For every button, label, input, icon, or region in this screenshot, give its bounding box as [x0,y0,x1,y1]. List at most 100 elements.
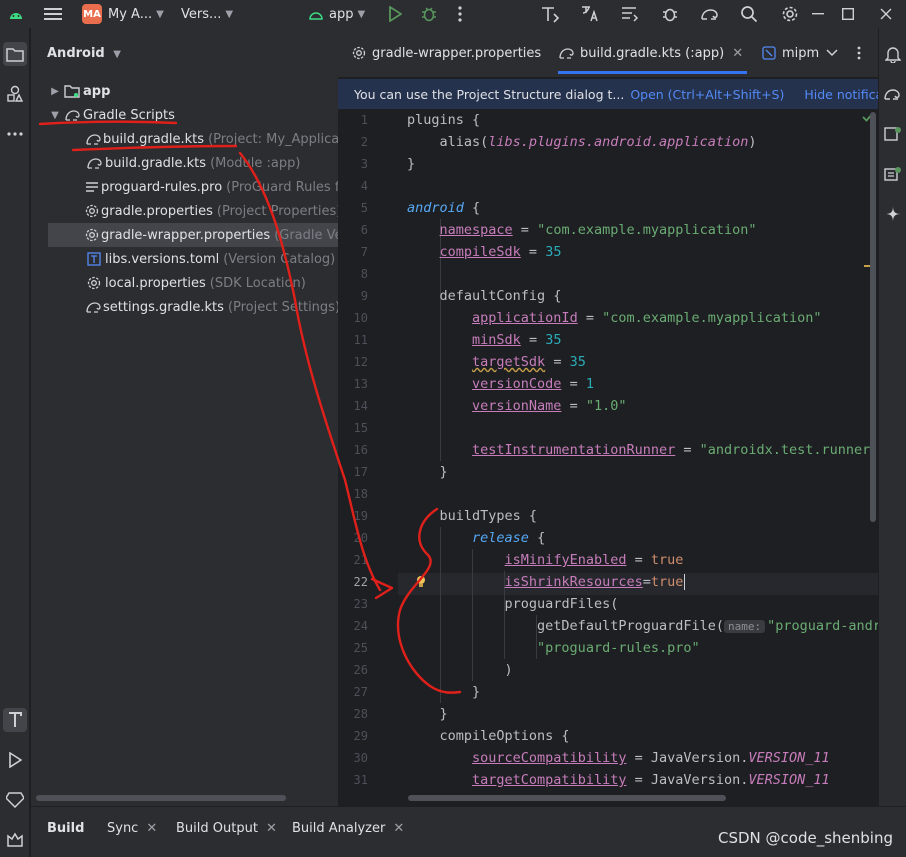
tree-item-label: build.gradle.kts [103,131,205,147]
tree-item-settings-gradle[interactable]: settings.gradle.kts (Project Settings) [47,295,338,319]
collapse-arrow-icon[interactable]: ▼ [47,110,63,121]
code-token: namespace [439,222,513,238]
close-icon[interactable]: ✕ [146,821,157,836]
close-icon[interactable]: ✕ [266,821,277,836]
close-icon[interactable]: ✕ [732,46,743,61]
code-line-6: namespace = "com.example.myapplication" [407,219,757,241]
tree-item-gradle-wrapper-properties[interactable]: gradle-wrapper.properties (Gradle Vers [48,223,338,247]
tree-item-gradle-properties[interactable]: gradle.properties (Project Properties) [47,199,338,223]
line-number: 6 [360,223,368,237]
code-line-17: } [407,461,448,483]
code-editor[interactable]: 1 2 3 4 5 6 7 8 9 10 11 12 13 14 15 16 17 18 19 20 21 22 23 24 2… [338,109,878,806]
tab-label: gradle-wrapper.properties [372,45,542,61]
build-tool-icon[interactable] [3,708,27,732]
left-tool-strip [0,28,30,857]
sync-list-icon[interactable] [620,0,640,28]
code-token: libs.plugins.android.application [488,134,749,150]
project-badge: MA [82,4,102,24]
tab-mipmap[interactable]: mipm [762,28,819,78]
device-manager-icon[interactable] [881,122,905,146]
folder-icon [63,83,81,99]
tree-item-build-gradle-project[interactable]: build.gradle.kts (Project: My_Applicatio [47,127,338,151]
problems-tool-icon[interactable] [3,788,27,812]
project-view-selector[interactable]: Android ▼ [47,46,121,61]
run-tool-icon[interactable] [3,748,27,772]
bug-report-icon[interactable] [660,0,680,28]
tree-item-libs-versions[interactable]: libs.versions.toml (Version Catalog) [47,247,338,271]
code-line-25: "proguard-rules.pro" [407,637,700,659]
line-number: 20 [353,531,368,545]
tab-label: Build Analyzer [292,820,386,836]
code-token: = [561,398,586,414]
close-window-button[interactable] [880,0,892,28]
code-token: { [463,200,481,216]
chevron-down-icon: ▼ [357,8,366,20]
line-number: 18 [353,487,368,501]
editor-vertical-scrollbar[interactable] [870,112,876,522]
build-panel-title: Build [47,817,84,839]
running-devices-icon[interactable] [881,162,905,186]
close-icon[interactable]: ✕ [393,821,404,836]
tab-build-gradle-app[interactable]: build.gradle.kts (:app) ✕ [558,28,748,78]
minimize-button[interactable] [812,0,824,28]
vcs-selector[interactable]: Vers... ▼ [181,0,233,28]
tab-gradle-wrapper-properties[interactable]: gradle-wrapper.properties [352,28,541,78]
line-number: 10 [353,311,368,325]
notification-banner: You can use the Project Structure dialog… [338,79,878,109]
maximize-button[interactable] [842,0,854,28]
tab-build-analyzer[interactable]: Build Analyzer ✕ [292,817,404,839]
more-actions-icon[interactable] [458,0,462,28]
code-line-5: android { [407,197,480,219]
debug-icon[interactable] [420,0,438,28]
code-token: = [577,310,603,326]
code-line-20: release { [407,527,545,549]
resource-manager-icon[interactable] [3,82,27,106]
project-tool-icon[interactable] [3,42,27,66]
open-project-structure-link[interactable]: Open (Ctrl+Alt+Shift+S) [630,87,784,102]
line-number: 13 [353,377,368,391]
tabs-dropdown-icon[interactable] [826,28,838,78]
project-scrollbar[interactable] [36,795,286,801]
tree-item-label: libs.versions.toml [105,251,220,267]
gradle-sync-icon[interactable] [699,0,721,28]
code-line-11: minSdk = 35 [407,329,561,351]
gemini-sparkle-icon[interactable] [881,202,905,226]
tree-item-build-gradle-module[interactable]: build.gradle.kts (Module :app) [47,151,338,175]
notifications-icon[interactable] [881,42,905,66]
tree-item-proguard-rules[interactable]: proguard-rules.pro (ProGuard Rules for [47,175,338,199]
translate-icon[interactable] [580,0,600,28]
tab-label: mipm [782,45,820,61]
tab-sync[interactable]: Sync ✕ [107,817,157,839]
font-tool-icon[interactable] [540,0,560,28]
code-token: ) [504,662,513,678]
code-line-22: isShrinkResources=true [407,571,686,593]
more-tools-icon[interactable] [3,122,27,146]
code-token: "proguard-rules.pro" [537,640,700,656]
watermark: CSDN @code_shenbing [718,829,893,847]
editor-horizontal-scrollbar[interactable] [408,795,726,801]
expand-arrow-icon[interactable]: ▶ [47,86,63,97]
code-line-31: targetCompatibility = JavaVersion.VERSIO… [407,769,830,791]
intention-lightbulb-icon[interactable] [415,575,427,589]
version-control-icon[interactable] [3,828,27,852]
line-number: 31 [353,773,368,787]
project-selector[interactable]: MA My A... ▼ [82,0,164,28]
gradle-tool-icon[interactable] [881,82,905,106]
tree-item-label: app [83,83,111,99]
run-icon[interactable] [388,0,402,28]
tab-build-output[interactable]: Build Output ✕ [176,817,277,839]
tree-item-app[interactable]: ▶ app [47,79,338,103]
main-menu-icon[interactable] [44,0,62,28]
tabs-more-icon[interactable] [857,28,861,78]
tree-item-gradle-scripts[interactable]: ▼ Gradle Scripts [47,103,338,127]
line-number: 12 [353,355,368,369]
search-icon[interactable] [740,0,758,28]
text-file-icon [85,179,99,195]
tree-item-local-properties[interactable]: local.properties (SDK Location) [47,271,338,295]
tree-item-label: local.properties [105,275,206,291]
hide-notification-link[interactable]: Hide notification [804,87,878,102]
chevron-down-icon: ▼ [113,49,121,60]
settings-icon[interactable] [781,0,799,28]
run-config-selector[interactable]: app ▼ [308,0,365,28]
tree-item-hint: (SDK Location) [209,275,306,291]
